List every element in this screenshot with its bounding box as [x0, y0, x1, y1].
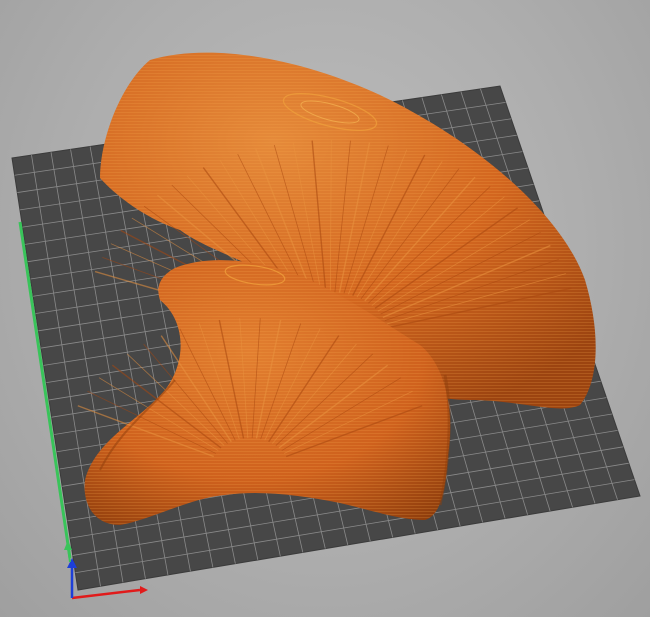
3d-viewport[interactable] — [0, 0, 650, 617]
scene-canvas[interactable] — [0, 0, 650, 617]
x-axis — [71, 588, 141, 600]
x-axis-arrow — [140, 586, 148, 594]
